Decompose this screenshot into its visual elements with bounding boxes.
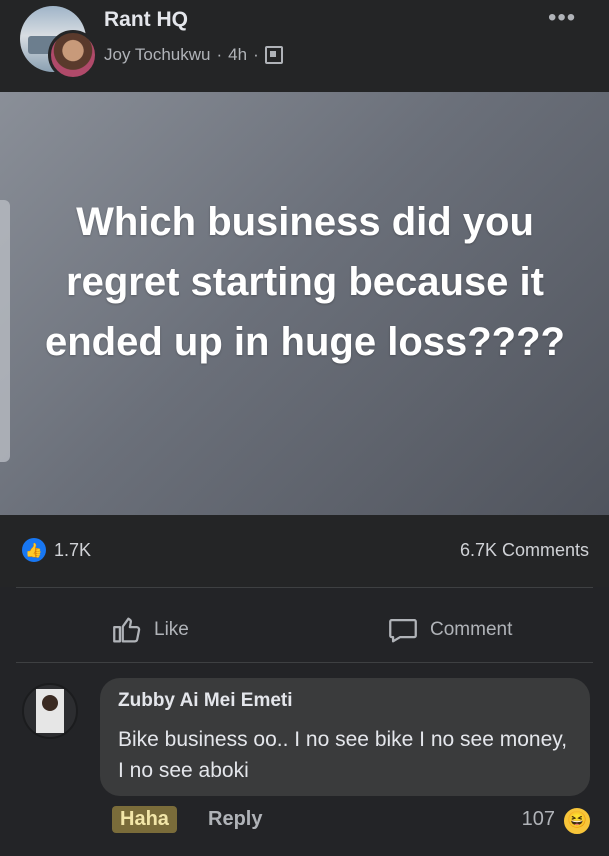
thumbs-up-icon (113, 617, 141, 643)
like-button[interactable]: Like (110, 613, 189, 647)
haha-reaction-link[interactable]: Haha (112, 806, 177, 833)
book-cover-image (36, 689, 64, 733)
meta-separator-2: · (253, 45, 259, 64)
haha-emoji-icon: 😆 (562, 806, 592, 836)
post-image-text: Which business did you regret starting b… (45, 200, 565, 364)
meta-separator: · (216, 45, 223, 64)
author-avatar[interactable] (48, 30, 98, 80)
like-count[interactable]: 1.7K (54, 540, 91, 561)
comment-count[interactable]: 6.7K Comments (460, 540, 589, 561)
divider (16, 662, 593, 663)
more-options-icon[interactable]: ••• (548, 4, 576, 32)
group-name[interactable]: Rant HQ (104, 8, 188, 32)
author-name[interactable]: Joy Tochukwu (104, 45, 210, 65)
like-label: Like (154, 619, 189, 640)
comment-label: Comment (430, 619, 513, 640)
group-privacy-icon (264, 46, 283, 64)
reply-link[interactable]: Reply (208, 808, 262, 831)
comment-bubble-icon (389, 618, 417, 643)
commenter-name[interactable]: Zubby Ai Mei Emeti (118, 690, 293, 712)
commenter-avatar[interactable] (22, 683, 78, 739)
comment-text: Bike business oo.. I no see bike I no se… (118, 728, 568, 782)
like-reaction-icon[interactable]: 👍 (22, 538, 46, 562)
post-time[interactable]: 4h (228, 45, 247, 65)
comment-reaction-count[interactable]: 107 (522, 808, 555, 831)
comment-button[interactable]: Comment (386, 613, 512, 647)
post-meta: Joy Tochukwu · 4h · (104, 45, 283, 65)
image-edge-tab (0, 200, 10, 462)
divider (16, 587, 593, 588)
